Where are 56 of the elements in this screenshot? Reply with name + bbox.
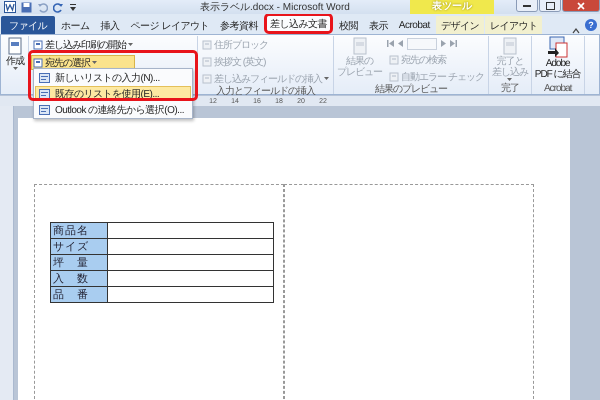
- minimize-button[interactable]: [516, 0, 538, 12]
- ribbon-tab[interactable]: 参考資料: [214, 16, 263, 34]
- last-record-icon: [450, 40, 457, 47]
- document-icon: [389, 54, 399, 64]
- list-icon: [39, 104, 50, 114]
- caret-icon: [128, 43, 133, 46]
- ribbon-tab[interactable]: 差し込み文書: [264, 13, 333, 34]
- maximize-button[interactable]: [539, 0, 561, 12]
- ribbon-tab[interactable]: ファイル: [1, 16, 55, 34]
- document-icon: [202, 74, 212, 84]
- window-title: 表示ラベル.docx - Microsoft Word: [200, 0, 350, 14]
- ribbon-tab[interactable]: デザイン: [436, 16, 484, 34]
- close-icon: [577, 2, 585, 10]
- maximize-icon: [546, 2, 554, 10]
- document-icon: [202, 56, 212, 66]
- collapse-ribbon-icon[interactable]: [572, 28, 580, 34]
- document-icon: [33, 40, 43, 50]
- ribbon-tab[interactable]: 表示: [364, 16, 393, 34]
- table-cell: 商品名: [50, 222, 108, 238]
- ribbon-tab[interactable]: Acrobat: [394, 16, 435, 34]
- table-cell: 入 数: [50, 270, 108, 286]
- pdf-document-icon: [546, 36, 569, 58]
- document-icon: [389, 72, 399, 82]
- group-label: Acrobat: [542, 83, 573, 94]
- previous-record-icon: [398, 40, 403, 47]
- caret-icon: [92, 61, 97, 64]
- document-icon: [202, 40, 212, 50]
- table-cell: 品 番: [50, 286, 108, 302]
- ribbon-tab[interactable]: 校閲: [334, 16, 363, 34]
- group-label: 完了: [500, 83, 520, 94]
- menu-item[interactable]: 新しいリストの入力(N)...: [35, 70, 191, 85]
- redo-icon[interactable]: [53, 2, 64, 12]
- close-button[interactable]: [562, 0, 600, 12]
- caret-icon: [324, 77, 329, 80]
- next-record-icon: [441, 40, 446, 47]
- help-button[interactable]: ?: [585, 19, 597, 31]
- ribbon-large-button[interactable]: Adobe PDF に結合: [534, 36, 582, 83]
- ribbon-large-button[interactable]: 作成: [4, 36, 26, 94]
- word-icon[interactable]: [4, 1, 16, 13]
- ribbon-tab[interactable]: ホーム: [56, 16, 94, 34]
- table-cell: 坪 量: [50, 254, 108, 270]
- first-record-icon: [387, 40, 394, 47]
- caret-icon: [12, 67, 18, 70]
- context-tab-group: 表ツール: [410, 0, 494, 14]
- save-icon[interactable]: [21, 2, 32, 12]
- ribbon-button[interactable]: 差し込み印刷の開始: [31, 37, 135, 52]
- caret-icon: [507, 78, 512, 81]
- list-icon: [39, 72, 50, 82]
- ribbon-tab[interactable]: ページ レイアウト: [126, 16, 214, 34]
- customize-caret-icon[interactable]: [69, 2, 77, 12]
- ribbon-tab[interactable]: レイアウト: [484, 16, 542, 34]
- list-icon: [39, 88, 50, 98]
- table-cell: サイズ: [50, 238, 108, 254]
- ribbon-tab[interactable]: 挿入: [96, 16, 124, 34]
- group-label: 結果のプレビュー: [374, 84, 448, 95]
- minimize-icon: [523, 4, 531, 6]
